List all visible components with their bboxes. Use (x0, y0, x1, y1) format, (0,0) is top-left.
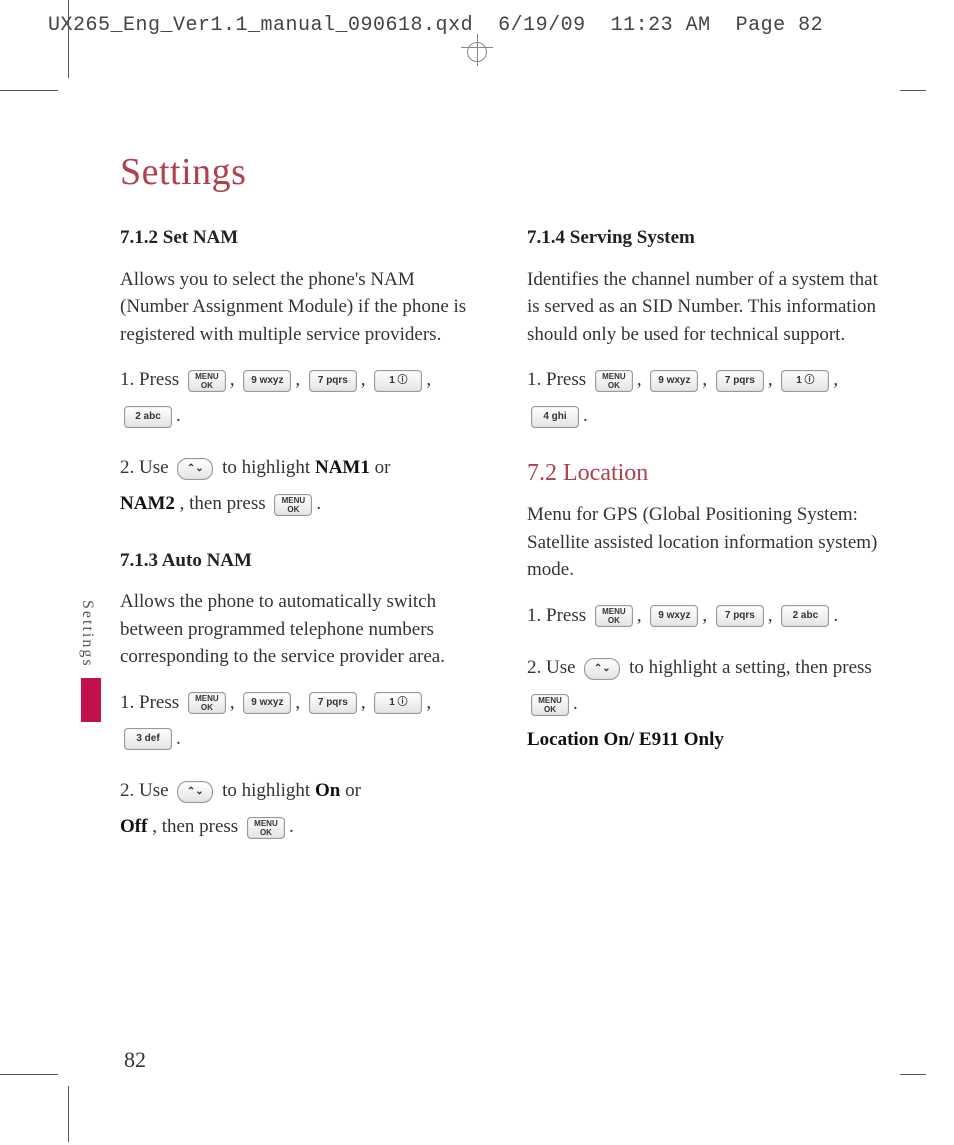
heading-auto-nam: 7.1.3 Auto NAM (120, 547, 487, 575)
step-text: 1. Press (527, 605, 591, 626)
option-nam1: NAM1 (315, 457, 370, 478)
key-7-icon: 7 pqrs (309, 370, 357, 392)
key-1-icon: 1 ⓘ (781, 370, 829, 392)
heading-set-nam: 7.1.2 Set NAM (120, 224, 487, 252)
paragraph: Allows you to select the phone's NAM (Nu… (120, 266, 487, 349)
step-text: or (375, 457, 391, 478)
right-column: 7.1.4 Serving System Identifies the chan… (527, 224, 894, 861)
step: 2. Use ⌃⌄ to highlight On or Off , then … (120, 773, 487, 845)
step-text: to highlight (222, 457, 315, 478)
step-text: 2. Use (527, 657, 580, 678)
nav-key-icon: ⌃⌄ (584, 658, 620, 680)
option-off: Off (120, 816, 147, 837)
step: 1. Press MENUOK, 9 wxyz, 7 pqrs, 1 ⓘ, 3 … (120, 685, 487, 757)
key-2-icon: 2 abc (124, 406, 172, 428)
step-text: , then press (180, 493, 271, 514)
page-title: Settings (120, 150, 894, 194)
step-text: 2. Use (120, 780, 173, 801)
crop-mark-icon (900, 1074, 926, 1075)
step-text: 1. Press (527, 369, 591, 390)
paragraph: Allows the phone to automatically switch… (120, 588, 487, 671)
key-3-icon: 3 def (124, 728, 172, 750)
menu-ok-key-icon: MENUOK (531, 694, 569, 716)
crop-mark-icon (68, 1086, 69, 1142)
heading-location: 7.2 Location (527, 456, 894, 491)
step-text: 1. Press (120, 369, 184, 390)
key-7-icon: 7 pqrs (309, 692, 357, 714)
key-9-icon: 9 wxyz (650, 605, 698, 627)
key-9-icon: 9 wxyz (243, 370, 291, 392)
crop-mark-icon (0, 90, 58, 91)
key-9-icon: 9 wxyz (650, 370, 698, 392)
left-column: 7.1.2 Set NAM Allows you to select the p… (120, 224, 487, 861)
page-number: 82 (124, 1047, 146, 1073)
menu-ok-key-icon: MENUOK (595, 370, 633, 392)
key-4-icon: 4 ghi (531, 406, 579, 428)
step-text: or (345, 780, 361, 801)
key-1-icon: 1 ⓘ (374, 692, 422, 714)
step-text: , then press (152, 816, 243, 837)
side-tab-label: Settings (78, 600, 96, 674)
step: 2. Use ⌃⌄ to highlight a setting, then p… (527, 650, 894, 758)
nav-key-icon: ⌃⌄ (177, 781, 213, 803)
menu-ok-key-icon: MENUOK (188, 370, 226, 392)
key-1-icon: 1 ⓘ (374, 370, 422, 392)
menu-ok-key-icon: MENUOK (595, 605, 633, 627)
manual-page: UX265_Eng_Ver1.1_manual_090618.qxd 6/19/… (0, 0, 954, 1145)
key-9-icon: 9 wxyz (243, 692, 291, 714)
menu-ok-key-icon: MENUOK (247, 817, 285, 839)
menu-ok-key-icon: MENUOK (188, 692, 226, 714)
key-7-icon: 7 pqrs (716, 605, 764, 627)
side-tab-bar-icon (81, 678, 101, 722)
content-area: Settings 7.1.2 Set NAM Allows you to sel… (120, 150, 894, 1055)
key-7-icon: 7 pqrs (716, 370, 764, 392)
crop-mark-icon (900, 90, 926, 91)
step: 1. Press MENUOK, 9 wxyz, 7 pqrs, 1 ⓘ, 2 … (120, 362, 487, 434)
nav-key-icon: ⌃⌄ (177, 458, 213, 480)
option-nam2: NAM2 (120, 493, 175, 514)
side-tab: Settings (78, 600, 104, 722)
step-text: to highlight a setting, then press (629, 657, 872, 678)
key-2-icon: 2 abc (781, 605, 829, 627)
step-text: 2. Use (120, 457, 173, 478)
registration-mark-icon (445, 34, 509, 66)
option-location: Location On/ E911 Only (527, 729, 724, 750)
columns: 7.1.2 Set NAM Allows you to select the p… (120, 224, 894, 861)
step: 1. Press MENUOK, 9 wxyz, 7 pqrs, 1 ⓘ, 4 … (527, 362, 894, 434)
step: 1. Press MENUOK, 9 wxyz, 7 pqrs, 2 abc. (527, 598, 894, 634)
paragraph: Identifies the channel number of a syste… (527, 266, 894, 349)
step: 2. Use ⌃⌄ to highlight NAM1 or NAM2 , th… (120, 450, 487, 522)
menu-ok-key-icon: MENUOK (274, 494, 312, 516)
option-on: On (315, 780, 340, 801)
step-text: 1. Press (120, 692, 184, 713)
crop-mark-icon (68, 0, 69, 78)
heading-serving-system: 7.1.4 Serving System (527, 224, 894, 252)
paragraph: Menu for GPS (Global Positioning System:… (527, 501, 894, 584)
step-text: to highlight (222, 780, 315, 801)
crop-mark-icon (0, 1074, 58, 1075)
